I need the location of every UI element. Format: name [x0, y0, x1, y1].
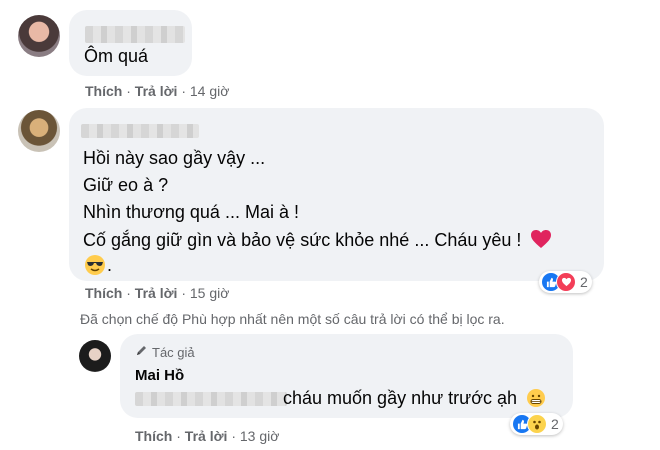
comment-actions: Thích · Trả lời · 14 giờ	[85, 83, 230, 99]
red-heart-icon	[530, 229, 552, 256]
grimace-emoji-icon	[526, 388, 546, 415]
comment-bubble: Ôm quá	[69, 10, 192, 76]
reaction-count: 2	[551, 416, 559, 432]
author-name[interactable]: Mai Hồ	[135, 367, 184, 384]
reply-text: cháu muốn gầy như trước ạh	[283, 388, 518, 408]
blurred-mention[interactable]	[135, 392, 287, 406]
comment-line: Hồi này sao gầy vậy ...	[83, 148, 266, 168]
comment-line-text: Cố gắng giữ gìn và bảo vệ sức khỏe nhé .…	[83, 230, 522, 250]
comment-bubble: Hồi này sao gầy vậy ... Giữ eo à ? Nhìn …	[69, 108, 604, 281]
author-badge-label: Tác giả	[152, 344, 195, 360]
wow-icon	[527, 414, 547, 434]
comment-text: Ôm quá	[84, 46, 149, 66]
blurred-author-name[interactable]	[85, 26, 185, 43]
author-badge: Tác giả	[135, 344, 195, 360]
reply-actions: Thích · Trả lời · 13 giờ	[135, 428, 280, 444]
author-badge-icon	[135, 344, 148, 360]
comment-line: Giữ eo à ?	[83, 175, 169, 195]
like-link[interactable]: Thích	[85, 285, 122, 301]
like-link[interactable]: Thích	[85, 83, 122, 99]
reply-link[interactable]: Trả lời	[135, 83, 178, 99]
blurred-author-name[interactable]	[81, 124, 199, 138]
filter-notice: Đã chọn chế độ Phù hợp nhất nên một số c…	[80, 311, 505, 327]
comment-line: Nhìn thương quá ... Mai à !	[83, 202, 299, 222]
reaction-summary[interactable]: 2	[539, 271, 592, 293]
sunglasses-emoji-icon	[84, 254, 106, 276]
avatar[interactable]	[18, 110, 60, 152]
reply-text-row: cháu muốn gầy như trước ạh	[283, 385, 546, 415]
comment-line: Cố gắng giữ gìn và bảo vệ sức khỏe nhé .…	[83, 227, 552, 256]
reaction-summary[interactable]: 2	[510, 413, 563, 435]
reply-bubble: Tác giả Mai Hồ cháu muốn gầy như trước ạ…	[120, 334, 573, 418]
reaction-count: 2	[580, 274, 588, 290]
avatar[interactable]	[79, 340, 111, 372]
like-link[interactable]: Thích	[135, 428, 172, 444]
timestamp[interactable]: 13 giờ	[240, 428, 280, 444]
love-icon	[556, 272, 576, 292]
timestamp[interactable]: 14 giờ	[190, 83, 230, 99]
avatar[interactable]	[18, 15, 60, 57]
reply-link[interactable]: Trả lời	[185, 428, 228, 444]
timestamp[interactable]: 15 giờ	[190, 285, 230, 301]
comment-actions: Thích · Trả lời · 15 giờ	[85, 285, 230, 301]
reply-link[interactable]: Trả lời	[135, 285, 178, 301]
